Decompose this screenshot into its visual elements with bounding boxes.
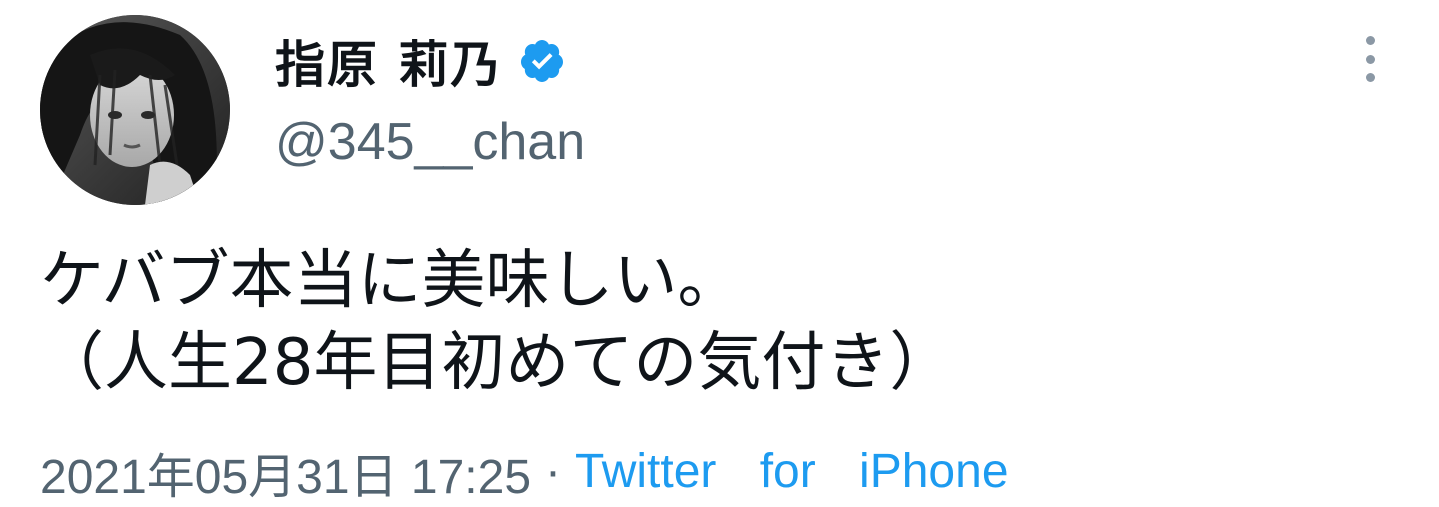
avatar-image <box>40 15 230 205</box>
verified-badge-icon <box>518 37 566 85</box>
display-name[interactable]: 指原 莉乃 <box>275 25 502 97</box>
more-options-icon[interactable] <box>1355 36 1385 82</box>
meta-separator: · <box>545 445 562 498</box>
avatar[interactable] <box>40 15 230 205</box>
tweet-metadata: 2021年05月31日 17:25 · Twitter for iPhone <box>40 440 1009 504</box>
more-dot <box>1365 36 1375 45</box>
tweet-timestamp[interactable]: 2021年05月31日 17:25 <box>40 437 531 507</box>
more-dot <box>1365 54 1375 64</box>
display-name-row[interactable]: 指原 莉乃 <box>275 28 566 94</box>
tweet-source-link[interactable]: Twitter for iPhone <box>575 444 1009 499</box>
more-dot <box>1365 73 1375 82</box>
user-handle[interactable]: @345__chan <box>275 112 585 172</box>
tweet-text: ケバブ本当に美味しい。 （人生28年目初めての気付き） <box>40 244 954 400</box>
